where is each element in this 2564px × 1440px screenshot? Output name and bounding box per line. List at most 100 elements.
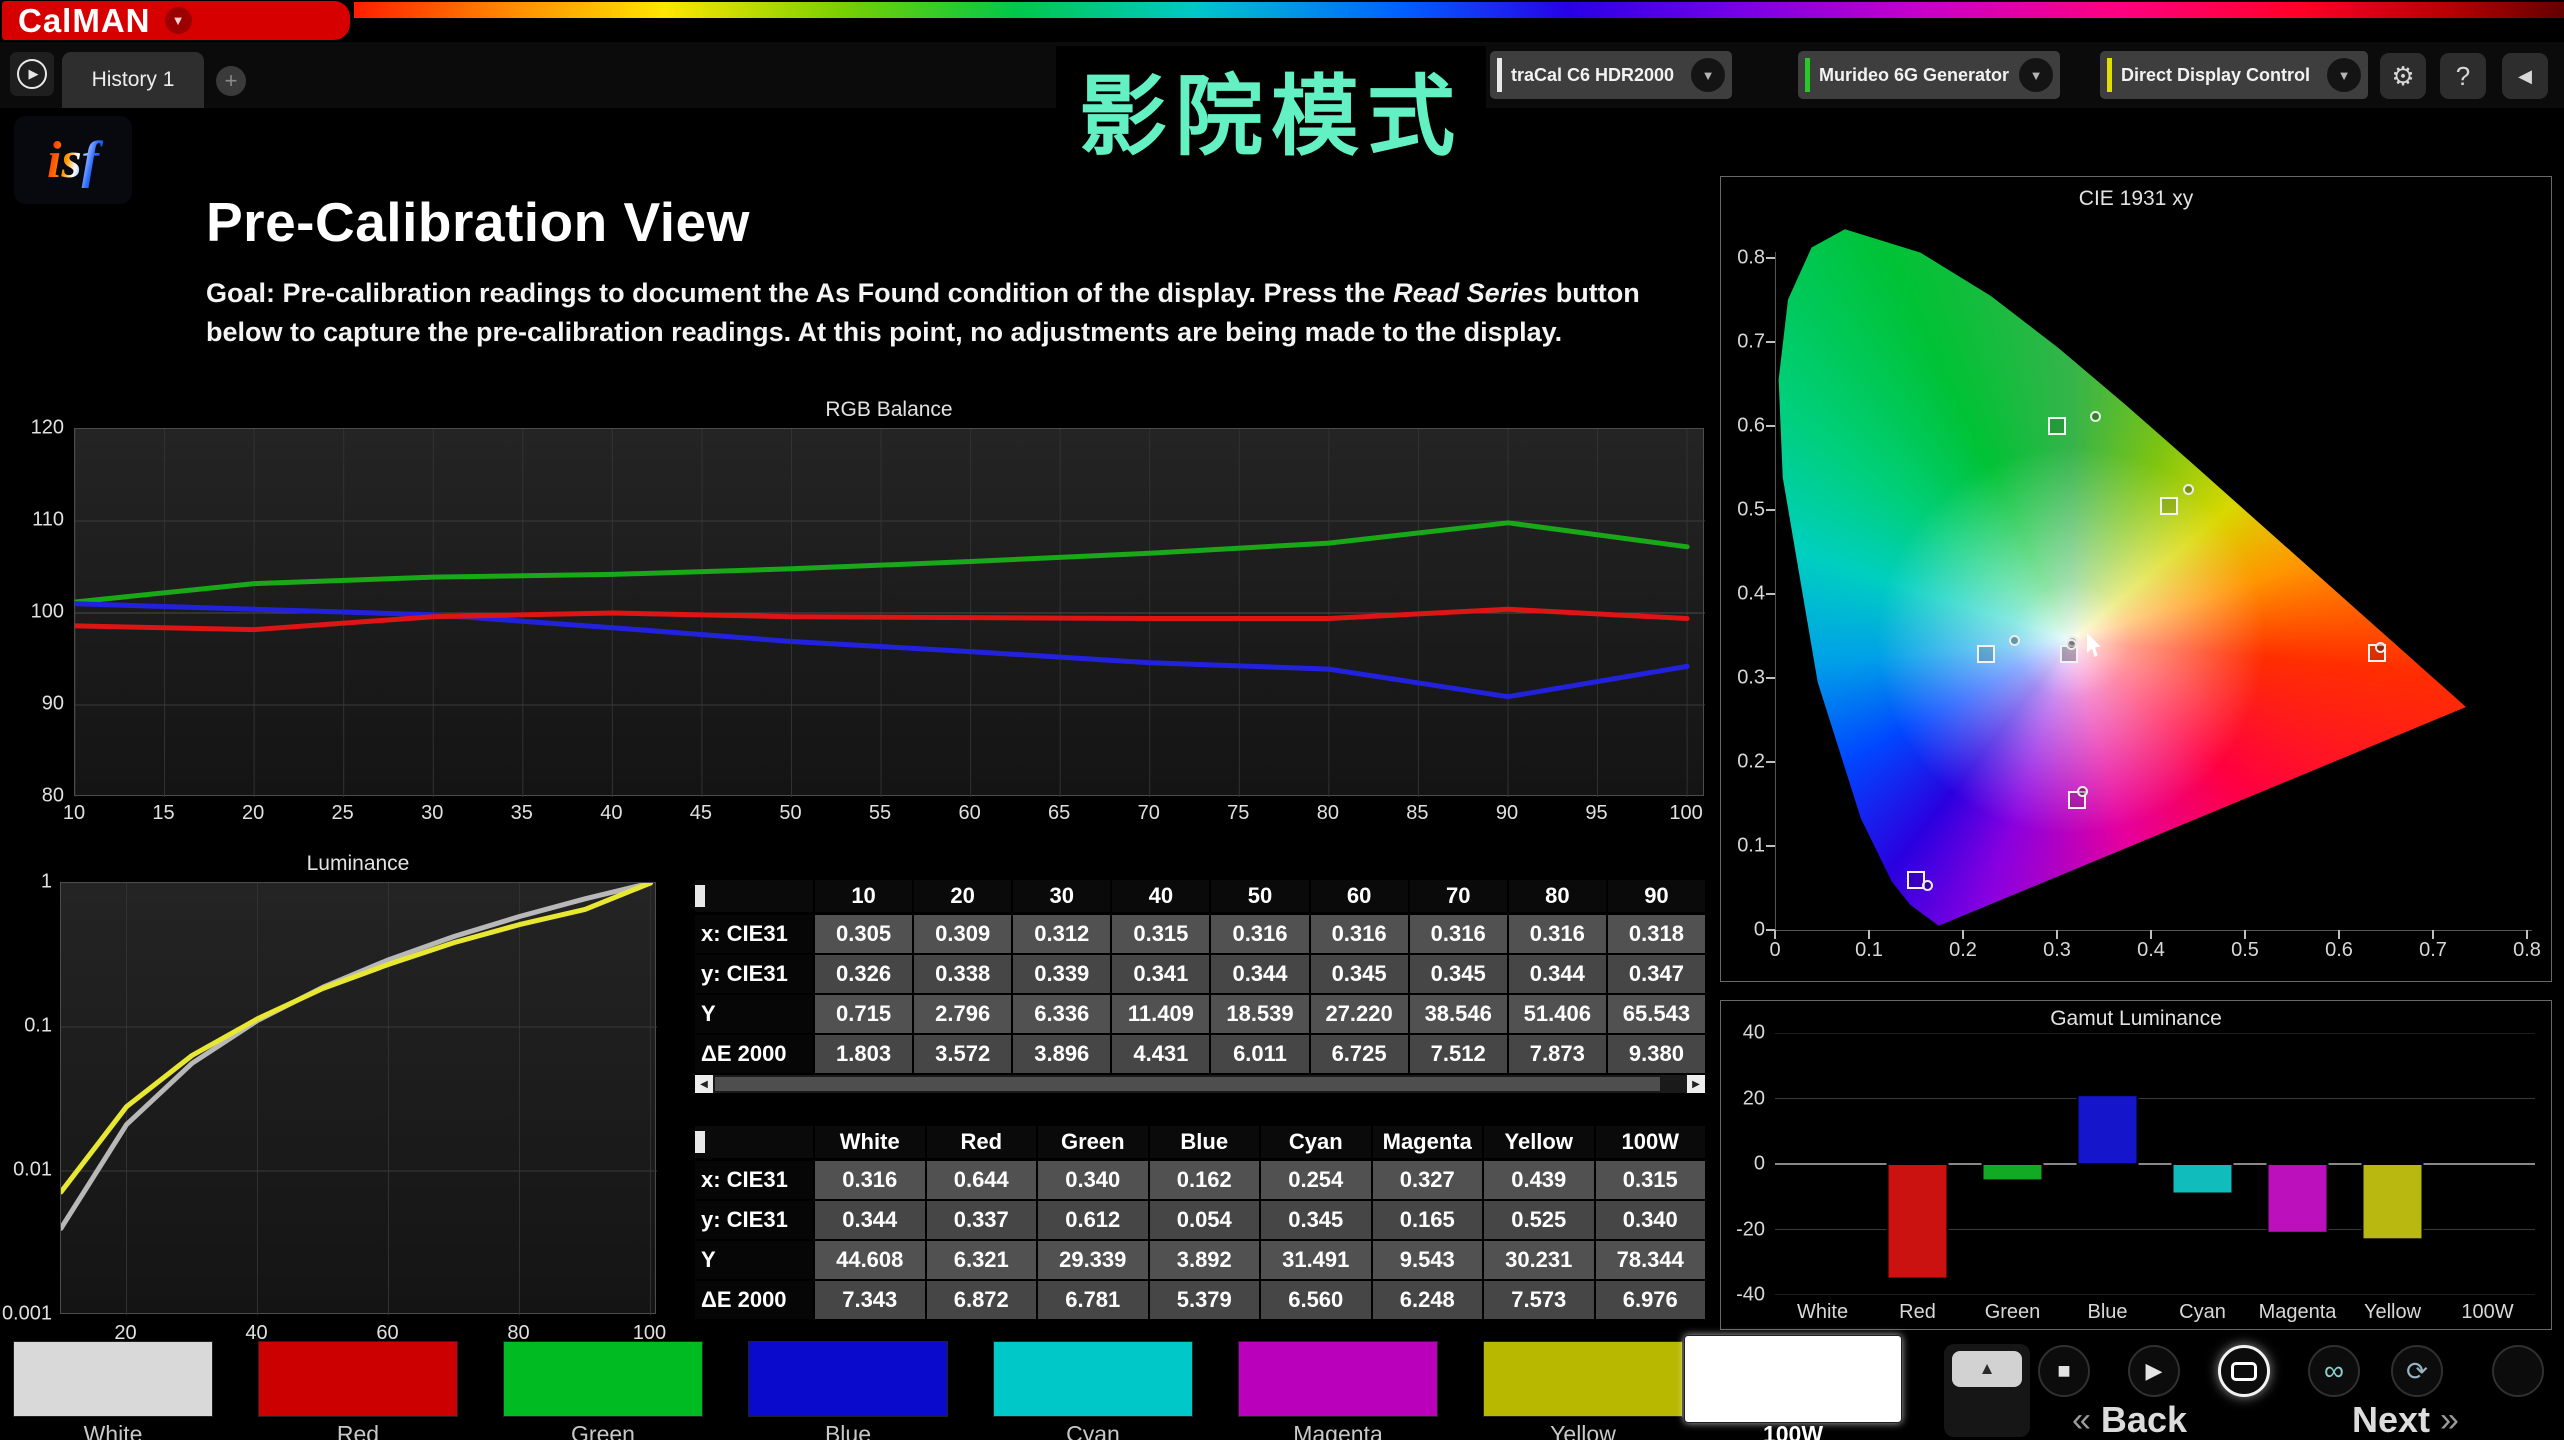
generator-dropdown[interactable]: Murideo 6G Generator ▼	[1798, 51, 2060, 99]
x-tick-label: 0.6	[2325, 939, 2353, 961]
swatch-blue[interactable]	[748, 1341, 948, 1417]
tab-history-1[interactable]: History 1	[62, 52, 204, 108]
column-header: 50	[1211, 880, 1309, 912]
control-dropdown-icon[interactable]: ▼	[2327, 58, 2361, 92]
stop-icon: ■	[2057, 1358, 2071, 1383]
scrollbar-track[interactable]	[713, 1075, 1687, 1093]
gamut-luminance-plot	[1775, 1032, 2535, 1296]
column-header: White	[815, 1126, 925, 1158]
table-cell: 7.873	[1508, 1035, 1606, 1073]
scroll-left-button[interactable]: ◀	[695, 1075, 713, 1093]
swatch-cyan[interactable]	[993, 1341, 1193, 1417]
generator-dropdown-icon[interactable]: ▼	[2019, 58, 2053, 92]
meter-dropdown[interactable]: traCal C6 HDR2000 ▼	[1490, 51, 1732, 99]
swatch-label: Green	[571, 1421, 635, 1440]
column-header: Red	[926, 1126, 1036, 1158]
table-cell: 9.380	[1607, 1035, 1705, 1073]
table-cell: 27.220	[1310, 995, 1408, 1033]
swatch-label: Blue	[824, 1421, 872, 1440]
calman-logo-text: CalMAN	[18, 1, 151, 39]
x-tick-label: 0.1	[1855, 939, 1883, 961]
collapse-icon: ◀	[2518, 65, 2532, 86]
swatch-magenta[interactable]	[1238, 1341, 1438, 1417]
table-cell: 0.315	[1112, 915, 1210, 953]
meter-dropdown-icon[interactable]: ▼	[1691, 58, 1725, 92]
table-cell: 4.431	[1112, 1035, 1210, 1073]
category-label: Yellow	[2363, 1301, 2422, 1323]
display-control-dropdown[interactable]: Direct Display Control ▼	[2100, 51, 2368, 99]
x-tick-label: 0	[1769, 939, 1781, 961]
up-arrow-icon: ▲	[1978, 1359, 1996, 1378]
read-series-button[interactable]	[2218, 1345, 2270, 1397]
target-marker-cyan	[1977, 644, 1996, 663]
series-measured	[58, 880, 653, 1195]
next-button[interactable]: Next »	[2352, 1399, 2459, 1440]
cie-y-axis-line	[1775, 252, 1776, 931]
table-cell: 0.316	[1310, 915, 1408, 953]
play-button[interactable]: ▶	[2128, 1345, 2180, 1397]
column-header: 30	[1013, 880, 1111, 912]
x-tick-label: 65	[1048, 802, 1071, 824]
y-tick-label: 110	[32, 508, 64, 531]
y-tick-label: -40	[1736, 1283, 1765, 1306]
y-tick-label: 1	[40, 870, 52, 893]
read-series-icon	[2231, 1361, 2257, 1381]
calman-logo-badge[interactable]: CalMAN ▼	[2, 1, 350, 40]
scroll-right-button[interactable]: ▶	[1687, 1075, 1705, 1093]
infinity-icon: ∞	[2324, 1355, 2344, 1386]
column-header: 80	[1508, 880, 1606, 912]
scroll-up-button[interactable]: ▲	[1952, 1351, 2022, 1387]
back-arrow-icon: «	[2072, 1400, 2091, 1439]
logo-dropdown-icon[interactable]: ▼	[164, 7, 192, 34]
x-tick-label: 15	[152, 802, 175, 824]
loop-button[interactable]: ⟳	[2391, 1345, 2443, 1397]
table-row: Y 0.715 2.796 6.336 11.409 18.539 27.220 38.546…	[695, 995, 1705, 1033]
table-cell: 29.339	[1038, 1241, 1148, 1279]
generator-status	[1805, 58, 1810, 92]
next-label: Next	[2352, 1399, 2431, 1440]
x-tick-mark	[1774, 930, 1776, 939]
add-tab-button[interactable]: +	[216, 66, 246, 96]
x-tick-label: 80	[1316, 802, 1339, 824]
extra-button[interactable]	[2492, 1345, 2544, 1397]
column-header: Cyan	[1261, 1126, 1371, 1158]
y-tick-mark	[1766, 425, 1775, 427]
scrollbar-thumb[interactable]	[715, 1077, 1660, 1091]
control-label: Direct Display Control	[2121, 64, 2311, 85]
isf-logo-text: isf	[41, 131, 105, 190]
goal-suffix: button	[1555, 278, 1640, 308]
continuous-read-button[interactable]: ∞	[2308, 1345, 2360, 1397]
swatch-red[interactable]	[258, 1341, 458, 1417]
rgb-balance-title: RGB Balance	[825, 398, 953, 421]
y-tick-label: 0.5	[1737, 498, 1765, 521]
x-tick-label: 0.2	[1949, 939, 1977, 961]
swatch-green[interactable]	[503, 1341, 703, 1417]
help-button[interactable]: ?	[2440, 53, 2486, 99]
y-tick-label: 90	[41, 692, 64, 715]
table-row: y: CIE31 0.344 0.337 0.612 0.054 0.345 0.165 0.…	[695, 1201, 1705, 1239]
table-cell: 6.321	[926, 1241, 1036, 1279]
settings-button[interactable]: ⚙	[2380, 53, 2426, 99]
table-cell: 0.344	[1508, 955, 1606, 993]
rgb-y-axis: 120 110 100 90 80	[30, 417, 68, 807]
measured-marker-blue	[1922, 879, 1934, 891]
table-cell: 3.896	[1013, 1035, 1111, 1073]
swatch-100w[interactable]	[1684, 1335, 1902, 1423]
stop-button[interactable]: ■	[2038, 1345, 2090, 1397]
table-cell: 3.892	[1149, 1241, 1259, 1279]
table-cell: 0.338	[914, 955, 1012, 993]
swatch-yellow[interactable]	[1483, 1341, 1683, 1417]
y-tick-mark	[1766, 257, 1775, 259]
grayscale-table-scrollbar[interactable]: ◀ ▶	[695, 1075, 1705, 1093]
category-label: Blue	[2087, 1301, 2128, 1323]
row-label: ΔE 2000	[695, 1035, 813, 1073]
tab-nav-button[interactable]: ▶	[10, 52, 54, 96]
grayscale-table: 10 20 30 40 50 60 70 80 90 x: CIE31 0.305 0.309 0.31…	[695, 880, 1705, 1075]
category-label: Red	[1899, 1301, 1936, 1323]
table-cell: 51.406	[1508, 995, 1606, 1033]
swatch-white[interactable]	[13, 1341, 213, 1417]
x-tick-label: 10	[62, 802, 86, 824]
back-button[interactable]: « Back	[2072, 1399, 2187, 1440]
collapse-button[interactable]: ◀	[2502, 53, 2548, 99]
luminance-plot	[58, 880, 657, 1315]
